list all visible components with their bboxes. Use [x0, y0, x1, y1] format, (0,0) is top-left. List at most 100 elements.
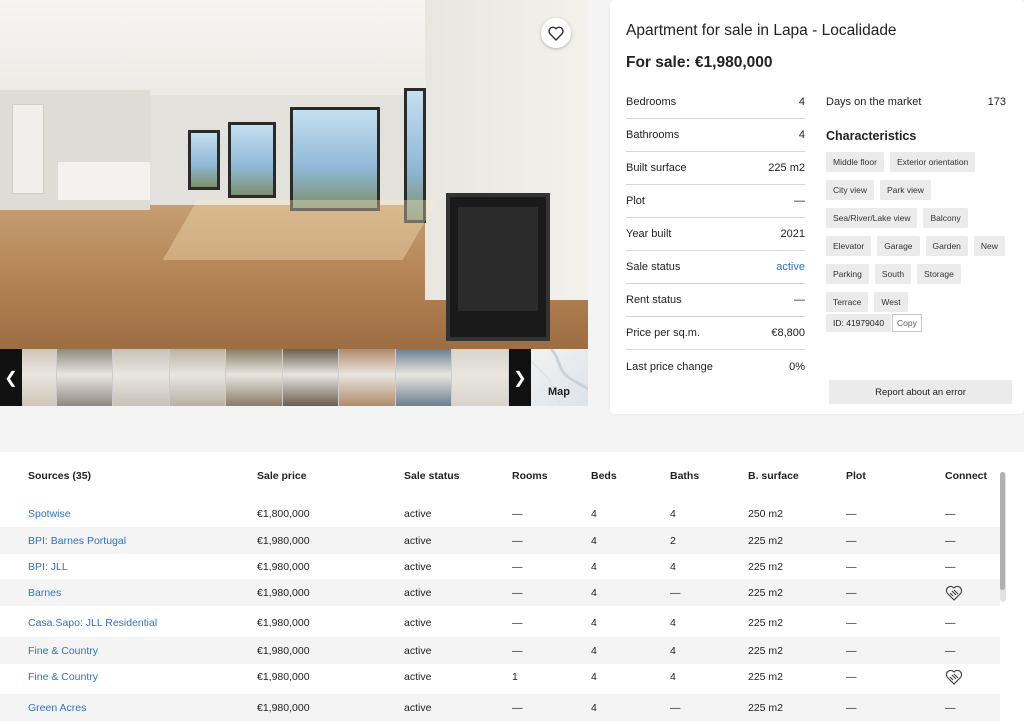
fact-value: 4: [798, 129, 805, 141]
gallery-prev-button[interactable]: ❮: [0, 349, 22, 406]
source-link[interactable]: BPI: Barnes Portugal: [28, 535, 126, 547]
fact-label: Plot: [626, 195, 645, 207]
characteristic-chip: Terrace: [826, 292, 869, 312]
cell-surface: 225 m2: [748, 670, 784, 683]
cell-plot: —: [846, 701, 857, 714]
gallery-thumbnail[interactable]: [339, 349, 396, 406]
handshake-icon[interactable]: [945, 584, 963, 602]
report-error-button[interactable]: Report about an error: [829, 380, 1012, 404]
photo-doorway: [12, 104, 44, 194]
fact-label: Last price change: [626, 360, 713, 373]
fact-label: Bedrooms: [626, 96, 677, 108]
cell-status: active: [404, 507, 432, 520]
column-header-sale-status: Sale status: [404, 470, 460, 482]
characteristics-chips: Middle floor Exterior orientation City vie…: [826, 152, 1008, 312]
fact-plot: Plot —: [626, 185, 805, 218]
cell-price: €1,980,000: [257, 586, 310, 599]
gallery-thumbnail[interactable]: [113, 349, 170, 406]
gallery-thumbnail[interactable]: [395, 349, 452, 406]
fact-bedrooms: Bedrooms 4: [626, 86, 805, 119]
source-link[interactable]: Spotwise: [28, 508, 71, 520]
fact-label: Sale status: [626, 261, 681, 273]
cell-price: €1,980,000: [257, 560, 310, 573]
gallery-next-button[interactable]: ❯: [509, 349, 531, 406]
characteristic-chip: Garden: [925, 236, 968, 256]
column-header-beds: Beds: [591, 470, 617, 482]
cell-surface: 225 m2: [748, 616, 784, 629]
characteristic-chip: Storage: [917, 264, 961, 284]
source-link[interactable]: Casa.Sapo: JLL Residential: [28, 617, 157, 629]
column-header-baths: Baths: [670, 470, 700, 482]
gallery-thumbnail[interactable]: [56, 349, 113, 406]
fact-value: —: [794, 294, 805, 306]
cell-beds: 4: [591, 507, 597, 520]
cell-status: active: [404, 586, 432, 599]
cell-price: €1,980,000: [257, 534, 310, 547]
fact-rent-status: Rent status —: [626, 284, 805, 317]
cell-connect: —: [945, 507, 956, 520]
gallery-thumbnail[interactable]: [169, 349, 226, 406]
cell-status: active: [404, 534, 432, 547]
favorite-button[interactable]: [541, 18, 571, 48]
column-header-sources: Sources (35): [28, 470, 92, 482]
handshake-icon-path: [945, 669, 963, 685]
cell-plot: —: [846, 644, 857, 657]
cell-rooms: —: [512, 701, 523, 714]
table-row: Green Acres €1,980,000 active — 4 — 225 m2 — —: [0, 694, 1000, 721]
cell-surface: 225 m2: [748, 560, 784, 573]
source-link[interactable]: Green Acres: [28, 702, 86, 714]
cell-baths: 4: [670, 560, 676, 573]
source-link[interactable]: Fine & Country: [28, 671, 98, 683]
table-header: Sources (35) Sale price Sale status Rooms Be…: [0, 470, 1000, 490]
scrollbar-thumb[interactable]: [1000, 472, 1005, 590]
cell-rooms: —: [512, 644, 523, 657]
cell-rooms: —: [512, 586, 523, 599]
cell-price: €1,980,000: [257, 701, 310, 714]
gallery-thumbnail[interactable]: [282, 349, 339, 406]
cell-plot: —: [846, 507, 857, 520]
cell-beds: 4: [591, 560, 597, 573]
main-photo[interactable]: [0, 0, 588, 349]
copy-id-button[interactable]: Copy: [892, 314, 922, 332]
fact-value: 2021: [780, 228, 805, 240]
fact-value: —: [794, 195, 805, 207]
cell-plot: —: [846, 616, 857, 629]
cell-connect: —: [945, 534, 956, 547]
chevron-left-icon: ❮: [4, 369, 18, 387]
photo-window: [188, 130, 220, 190]
cell-surface: 225 m2: [748, 701, 784, 714]
gallery-thumbnail[interactable]: [226, 349, 283, 406]
characteristic-chip: Garage: [877, 236, 920, 256]
photo-window: [228, 122, 276, 198]
handshake-icon-path: [945, 585, 963, 601]
photo-floor-light: [162, 200, 438, 260]
days-on-market-value: 173: [987, 96, 1006, 108]
characteristic-chip: City view: [826, 180, 875, 200]
source-link[interactable]: Fine & Country: [28, 645, 98, 657]
handshake-icon[interactable]: [945, 668, 963, 686]
source-link[interactable]: Barnes: [28, 587, 61, 599]
cell-price: €1,800,000: [257, 507, 310, 520]
column-header-plot: Plot: [846, 470, 866, 482]
fact-value: 0%: [789, 360, 805, 373]
source-link[interactable]: BPI: JLL: [28, 561, 68, 573]
thumbnail-strip: [0, 349, 588, 406]
characteristics-title: Characteristics: [826, 129, 917, 143]
cell-rooms: —: [512, 534, 523, 547]
column-header-b-surface: B. surface: [748, 470, 799, 482]
cell-beds: 4: [591, 670, 597, 683]
cell-beds: 4: [591, 701, 597, 714]
cell-price: €1,980,000: [257, 644, 310, 657]
listing-price: For sale: €1,980,000: [626, 54, 773, 71]
sources-table: Sources (35) Sale price Sale status Rooms Be…: [0, 452, 1024, 724]
cell-surface: 250 m2: [748, 507, 784, 520]
cell-plot: —: [846, 534, 857, 547]
cell-beds: 4: [591, 644, 597, 657]
table-row: Casa.Sapo: JLL Residential €1,980,000 acti…: [0, 609, 1000, 636]
map-thumbnail-button[interactable]: Map: [531, 349, 588, 406]
cell-baths: —: [670, 586, 681, 599]
sale-status-link[interactable]: active: [776, 261, 805, 273]
cell-price: €1,980,000: [257, 616, 310, 629]
gallery-thumbnail[interactable]: [452, 349, 509, 406]
table-row: Barnes €1,980,000 active — 4 — 225 m2 —: [0, 579, 1000, 606]
